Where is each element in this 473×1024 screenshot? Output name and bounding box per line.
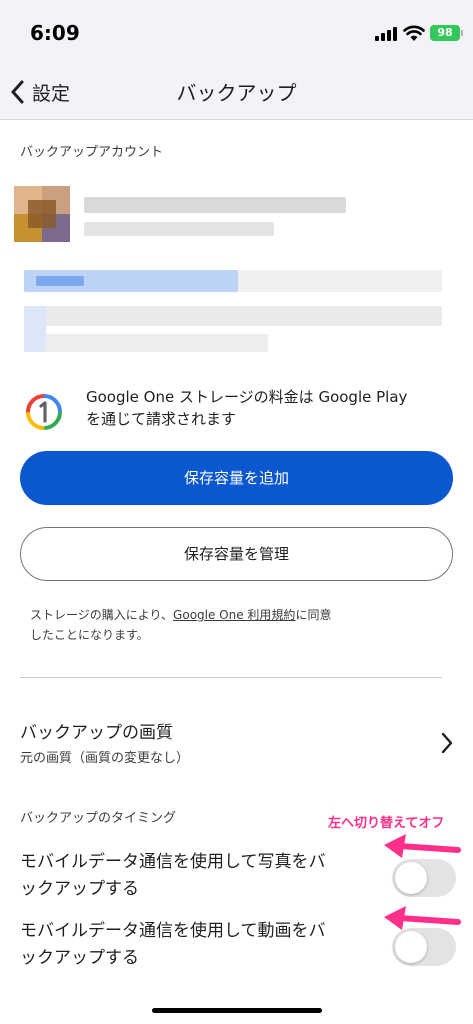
divider <box>20 677 442 678</box>
mobile-data-videos-toggle[interactable] <box>392 928 456 966</box>
google-one-notice-line2: を通じて請求されます <box>86 410 237 428</box>
mobile-data-photos-line1: モバイルデータ通信を使用して写真をバ <box>20 852 326 872</box>
status-time: 6:09 <box>30 21 80 45</box>
mobile-data-photos-label: モバイルデータ通信を使用して写真をバ ックアップする <box>20 849 375 903</box>
terms-line2: したことになります。 <box>30 628 149 642</box>
google-one-icon <box>26 394 62 430</box>
manage-storage-button[interactable]: 保存容量を管理 <box>20 527 453 581</box>
page-title: バックアップ <box>176 81 297 105</box>
storage-detail-accent <box>24 306 46 352</box>
account-name-redacted <box>84 197 346 213</box>
terms-notice: ストレージの購入により、Google One 利用規約に同意 したことになります… <box>30 605 450 645</box>
wifi-icon <box>403 25 425 41</box>
backup-timing-label: バックアップのタイミング <box>20 811 177 826</box>
mobile-data-videos-line2: ックアップする <box>20 948 139 968</box>
terms-link[interactable]: Google One 利用規約 <box>173 608 295 622</box>
backup-quality-row[interactable]: バックアップの画質 元の画質（画質の変更なし） <box>0 712 473 772</box>
toggle-knob <box>395 931 427 963</box>
status-bar: 6:09 98 <box>0 0 473 64</box>
annotation-text: 左へ切り替えてオフ <box>328 816 445 831</box>
add-storage-button[interactable]: 保存容量を追加 <box>20 451 453 505</box>
account-email-redacted <box>84 222 274 236</box>
mobile-data-videos-line1: モバイルデータ通信を使用して動画をバ <box>20 921 326 941</box>
navigation-bar: 設定 バックアップ <box>0 64 473 120</box>
backup-quality-subtitle: 元の画質（画質の変更なし） <box>20 751 190 766</box>
account-avatar <box>14 186 70 242</box>
backup-quality-title: バックアップの画質 <box>20 723 173 743</box>
mobile-data-videos-label: モバイルデータ通信を使用して動画をバ ックアップする <box>20 918 375 972</box>
battery-tip <box>461 30 463 36</box>
terms-prefix: ストレージの購入により、 <box>30 608 174 622</box>
terms-suffix: に同意 <box>295 608 332 622</box>
cellular-signal-icon <box>375 27 397 41</box>
storage-detail-redacted <box>24 306 442 326</box>
chevron-right-icon <box>441 732 453 754</box>
home-indicator <box>152 1008 322 1013</box>
google-one-notice-text: Google One ストレージの料金は Google Play を通じて請求さ… <box>86 386 466 430</box>
mobile-data-photos-toggle[interactable] <box>392 859 456 897</box>
storage-bar-fill-accent <box>36 276 84 286</box>
mobile-data-videos-row: モバイルデータ通信を使用して動画をバ ックアップする <box>20 918 460 978</box>
mobile-data-photos-row: モバイルデータ通信を使用して写真をバ ックアップする <box>20 849 460 909</box>
mobile-data-photos-line2: ックアップする <box>20 879 139 899</box>
backup-account-label: バックアップアカウント <box>20 145 164 160</box>
toggle-knob <box>395 862 427 894</box>
google-one-notice-line1: Google One ストレージの料金は Google Play <box>86 388 408 406</box>
storage-detail-redacted-2 <box>24 334 268 352</box>
battery-icon: 98 <box>430 25 460 41</box>
